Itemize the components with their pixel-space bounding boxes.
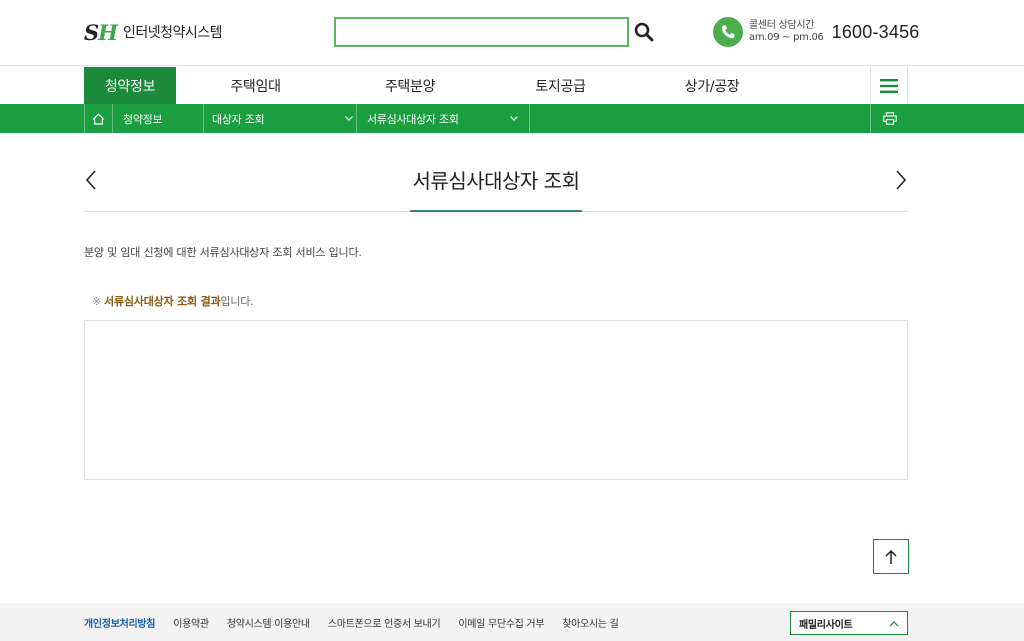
footer-link-guide[interactable]: 청약시스템 이용안내 (227, 615, 310, 630)
callcenter-hours: am.09 ~ pm.06 (749, 32, 824, 43)
nav-item-commercial-factory[interactable]: 상가/공장 (636, 67, 788, 104)
phone-icon (713, 17, 743, 47)
chevron-left-icon (85, 170, 96, 190)
logo-text: 인터넷청약시스템 (123, 25, 223, 41)
all-menu-button[interactable] (870, 67, 908, 104)
footer: 개인정보처리방침 이용약관 청약시스템 이용안내 스마트폰으로 인증서 보내기 … (0, 603, 1024, 641)
nav-item-rental-housing[interactable]: 주택임대 (176, 67, 335, 104)
print-button[interactable] (870, 104, 908, 133)
chevron-down-icon (345, 116, 353, 121)
chevron-down-icon (510, 116, 518, 121)
footer-links: 개인정보처리방침 이용약관 청약시스템 이용안내 스마트폰으로 인증서 보내기 … (84, 603, 637, 641)
footer-link-privacy[interactable]: 개인정보처리방침 (84, 615, 156, 630)
sh-logo-mark: SH (84, 19, 118, 45)
nav-item-subscription-info[interactable]: 청약정보 (84, 67, 176, 104)
next-page-button[interactable] (894, 169, 908, 191)
home-icon (92, 112, 105, 125)
footer-link-directions[interactable]: 찾아오시는 길 (562, 615, 619, 630)
callcenter-info: 콜센터 상담시간 am.09 ~ pm.06 (749, 20, 824, 44)
hamburger-icon (880, 78, 898, 93)
breadcrumb-level3-dropdown[interactable]: 서류심사대상자 조회 (357, 104, 530, 133)
result-note: ※ 서류심사대상자 조회 결과입니다. (92, 293, 254, 309)
main-navigation: 청약정보 주택임대 주택분양 토지공급 상가/공장 (0, 67, 1024, 104)
prev-page-button[interactable] (84, 169, 98, 191)
nav-item-land-supply[interactable]: 토지공급 (485, 67, 636, 104)
search-input[interactable] (336, 19, 627, 45)
chevron-right-icon (896, 170, 907, 190)
footer-link-terms[interactable]: 이용약관 (173, 615, 209, 630)
arrow-up-icon (885, 549, 897, 564)
search-button[interactable] (632, 20, 656, 44)
family-site-select[interactable]: 패밀리사이트 (790, 611, 908, 635)
title-area: 서류심사대상자 조회 (84, 133, 908, 212)
breadcrumb-level2-dropdown[interactable]: 대상자 조회 (204, 104, 357, 133)
breadcrumb: 청약정보 대상자 조회 서류심사대상자 조회 (0, 104, 1024, 133)
search-box (334, 17, 629, 47)
search-icon (634, 22, 654, 42)
note-suffix: 입니다. (220, 295, 254, 308)
nav-item-housing-sale[interactable]: 주택분양 (335, 67, 485, 104)
result-box (84, 320, 908, 480)
page-description: 분양 및 임대 신청에 대한 서류심사대상자 조회 서비스 입니다. (84, 246, 362, 259)
note-mark: ※ (92, 295, 102, 308)
footer-link-email-refusal[interactable]: 이메일 무단수집 거부 (458, 615, 544, 630)
home-button[interactable] (84, 104, 113, 133)
breadcrumb-level3-label: 서류심사대상자 조회 (367, 112, 459, 126)
breadcrumb-level1-label: 청약정보 (123, 112, 163, 126)
header: SH 인터넷청약시스템 콜센터 상담시간 am.09 ~ pm.06 1600-… (0, 0, 1024, 66)
note-highlight: 서류심사대상자 조회 결과 (104, 295, 221, 308)
breadcrumb-level1[interactable]: 청약정보 (113, 104, 204, 133)
site-logo[interactable]: SH 인터넷청약시스템 (84, 18, 223, 46)
scroll-top-button[interactable] (873, 539, 909, 574)
callcenter-number: 1600-3456 (831, 21, 920, 42)
family-site-label: 패밀리사이트 (799, 619, 853, 631)
chevron-up-icon (889, 621, 899, 627)
breadcrumb-level2-label: 대상자 조회 (212, 112, 265, 126)
callcenter-label: 콜센터 상담시간 (749, 20, 815, 31)
page-title: 서류심사대상자 조회 (410, 165, 582, 212)
print-icon (882, 112, 897, 125)
footer-link-send-certificate[interactable]: 스마트폰으로 인증서 보내기 (328, 615, 441, 630)
callcenter: 콜센터 상담시간 am.09 ~ pm.06 1600-3456 (713, 17, 920, 47)
